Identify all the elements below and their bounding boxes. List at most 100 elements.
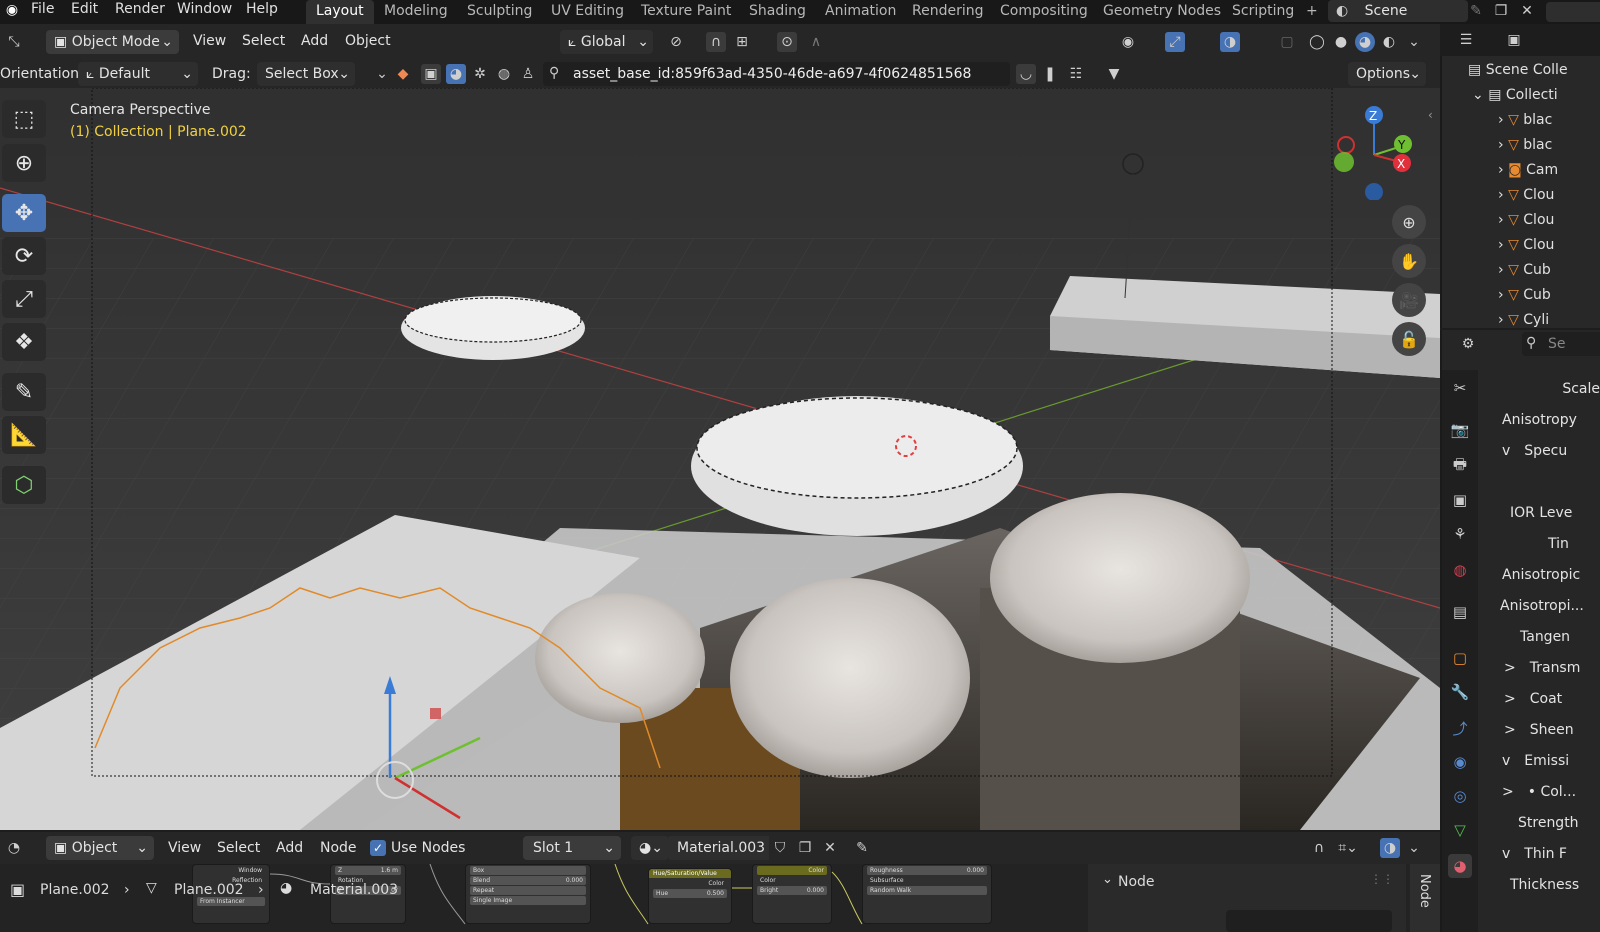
menu-add[interactable]: Add <box>301 33 328 49</box>
node-editor-type-icon[interactable]: ◔ <box>4 838 24 858</box>
chevron-down-icon[interactable]: ⌄ <box>372 64 392 84</box>
outliner-scene-collection[interactable]: ▤ Scene Colle <box>1442 58 1600 83</box>
properties-editor-icon[interactable]: ⚙ <box>1458 334 1478 354</box>
menu-edit[interactable]: Edit <box>71 0 98 20</box>
menu-select[interactable]: Select <box>242 33 285 49</box>
asset-search-field[interactable]: ⚲ asset_base_id:859f63ad-4350-46de-a697-… <box>543 62 1010 86</box>
filter-world-icon[interactable]: ◍ <box>494 64 514 84</box>
view-layer-selector[interactable] <box>1546 2 1600 22</box>
pin-icon[interactable]: ✎ <box>852 838 872 858</box>
outliner-item[interactable]: › ▽ Cub <box>1442 258 1600 283</box>
add-cube-tool[interactable]: ⬡ <box>2 466 46 504</box>
gizmo-neg-y-ball[interactable] <box>1334 152 1354 172</box>
tool-tab-icon[interactable]: ✂ <box>1448 376 1472 400</box>
new-scene-icon[interactable]: ❐ <box>1491 1 1511 21</box>
material-name-field[interactable]: Material.003 <box>669 836 769 860</box>
workspace-tab-uv-editing[interactable]: UV Editing <box>551 0 624 24</box>
properties-search[interactable]: ⚲ Se <box>1522 332 1600 356</box>
world-tab-icon[interactable]: ◍ <box>1448 558 1472 582</box>
unlink-material-icon[interactable]: ✕ <box>820 838 840 858</box>
node-editor-canvas[interactable]: Window Reflection From Instancer Z 1.6 m … <box>0 864 1440 932</box>
navigation-gizmo[interactable]: Z Y X <box>1332 100 1432 200</box>
node-socket[interactable]: Blend 0.000 <box>470 876 586 885</box>
workspace-tab-scripting[interactable]: Scripting <box>1232 0 1294 24</box>
move-tool[interactable]: ✥ <box>2 194 46 232</box>
property-row[interactable]: IOR Leve <box>1490 502 1600 524</box>
view-layer-tab-icon[interactable]: ▣ <box>1448 488 1472 512</box>
chevron-down-icon[interactable]: ⌄ <box>1404 838 1424 858</box>
visibility-icon[interactable]: ◉ <box>1118 32 1138 52</box>
object-tab-icon[interactable]: ▢ <box>1448 646 1472 670</box>
outliner-item[interactable]: › ▽ Clou <box>1442 183 1600 208</box>
sidebar-toggle-icon[interactable]: ‹ <box>1428 108 1433 122</box>
bookmark-icon[interactable]: ❚ <box>1040 64 1060 84</box>
node-overlays-icon[interactable]: ◑ <box>1380 838 1400 858</box>
node-menu-add[interactable]: Add <box>276 840 303 856</box>
menu-object[interactable]: Object <box>345 33 391 49</box>
gizmo-neg-x-ball[interactable] <box>1337 136 1355 154</box>
menu-help[interactable]: Help <box>246 0 278 20</box>
object-mode-dropdown[interactable]: ▣ Object Mode ⌄ <box>46 30 179 54</box>
shading-material-icon[interactable]: ◕ <box>1355 32 1375 52</box>
node-menu-view[interactable]: View <box>168 840 201 856</box>
particles-tab-icon[interactable]: ⤴ <box>1448 716 1472 740</box>
node-socket[interactable]: Repeat <box>470 886 586 895</box>
falloff-curve-icon[interactable]: ∧ <box>806 32 826 52</box>
lock-icon[interactable]: 🔓 <box>1392 322 1426 356</box>
material-browse-button[interactable]: ◕⌄ <box>631 836 669 860</box>
filter-curve-icon[interactable]: ◡ <box>1016 64 1036 84</box>
gizmo-icon[interactable]: ⤢ <box>1165 32 1185 52</box>
drag-dropdown[interactable]: Select Box ⌄ <box>257 62 355 86</box>
select-box-tool[interactable]: ⬚ <box>2 100 46 138</box>
pivot-point-icon[interactable]: ⊘ <box>666 32 686 52</box>
node-socket[interactable]: Z 1.6 m <box>335 866 401 875</box>
property-panel-header[interactable]: v Thin F <box>1490 843 1600 865</box>
property-row[interactable]: Anisotropi... <box>1490 595 1600 617</box>
workspace-tab-animation[interactable]: Animation <box>825 0 896 24</box>
workspace-tab-compositing[interactable]: Compositing <box>1000 0 1088 24</box>
hue-saturation-node[interactable]: Hue/Saturation/Value Color Hue 0.500 <box>648 868 732 924</box>
camera-view-icon[interactable]: 🎥 <box>1392 283 1426 317</box>
collapse-arrow-icon[interactable]: ⌄ <box>1102 872 1113 887</box>
property-row[interactable]: Thickness <box>1490 874 1600 896</box>
orientation-dropdown[interactable]: ⟀ Default ⌄ <box>78 62 198 86</box>
slot-dropdown[interactable]: Slot 1 ⌄ <box>523 836 621 860</box>
menu-render[interactable]: Render <box>115 0 165 20</box>
shading-rendered-icon[interactable]: ◐ <box>1379 32 1399 52</box>
property-row[interactable]: Anisotropic <box>1490 564 1600 586</box>
property-panel-header[interactable]: v Emissi <box>1490 750 1600 772</box>
node-socket[interactable]: Color <box>653 879 727 888</box>
3d-viewport[interactable]: Camera Perspective (1) Collection | Plan… <box>0 88 1440 830</box>
use-nodes-checkbox[interactable]: ✓ <box>370 840 386 856</box>
node-menu-select[interactable]: Select <box>217 840 260 856</box>
gizmo-neg-z-ball[interactable] <box>1365 183 1383 200</box>
bright-contrast-node[interactable]: Color Color Bright 0.000 <box>752 864 832 924</box>
zoom-icon[interactable]: ⊕ <box>1392 205 1426 239</box>
menu-window[interactable]: Window <box>177 0 232 20</box>
overlays-icon[interactable]: ◑ <box>1220 32 1240 52</box>
breadcrumb-object[interactable]: Plane.002 <box>40 882 110 898</box>
snap-icon[interactable]: ∩ <box>706 32 726 52</box>
outliner-item[interactable]: › ▽ Cyli <box>1442 308 1600 328</box>
workspace-tab-geometry-nodes[interactable]: Geometry Nodes <box>1103 0 1221 24</box>
node-name-field[interactable] <box>1226 910 1392 932</box>
node-socket[interactable]: Hue 0.500 <box>653 889 727 898</box>
material-tab-icon[interactable]: ◕ <box>1448 854 1472 878</box>
property-panel-header[interactable]: > • Col... <box>1490 781 1600 803</box>
add-workspace-button[interactable]: + <box>1306 0 1318 24</box>
property-row[interactable]: Tin <box>1490 533 1600 555</box>
outliner-display-mode-icon[interactable]: ☰ <box>1456 30 1476 50</box>
node-socket[interactable]: Subsurface <box>867 876 987 885</box>
node-socket[interactable]: Bright 0.000 <box>757 886 827 895</box>
proportional-edit-icon[interactable]: ⊙ <box>777 32 797 52</box>
chevron-down-icon[interactable]: ⌄ <box>1404 32 1424 52</box>
outliner-item[interactable]: › ▽ Cub <box>1442 283 1600 308</box>
output-tab-icon[interactable]: 🖶 <box>1448 454 1472 478</box>
scene-tab-icon[interactable]: ⚘ <box>1448 522 1472 546</box>
filter-material-icon[interactable]: ◕ <box>446 64 466 84</box>
pin-icon[interactable]: ✎ <box>1466 1 1486 21</box>
filter-particle-icon[interactable]: ✲ <box>470 64 490 84</box>
filter-brush-icon[interactable]: ♙ <box>518 64 538 84</box>
outliner-item[interactable]: › ▽ blac <box>1442 108 1600 133</box>
render-tab-icon[interactable]: 📷 <box>1448 418 1472 442</box>
